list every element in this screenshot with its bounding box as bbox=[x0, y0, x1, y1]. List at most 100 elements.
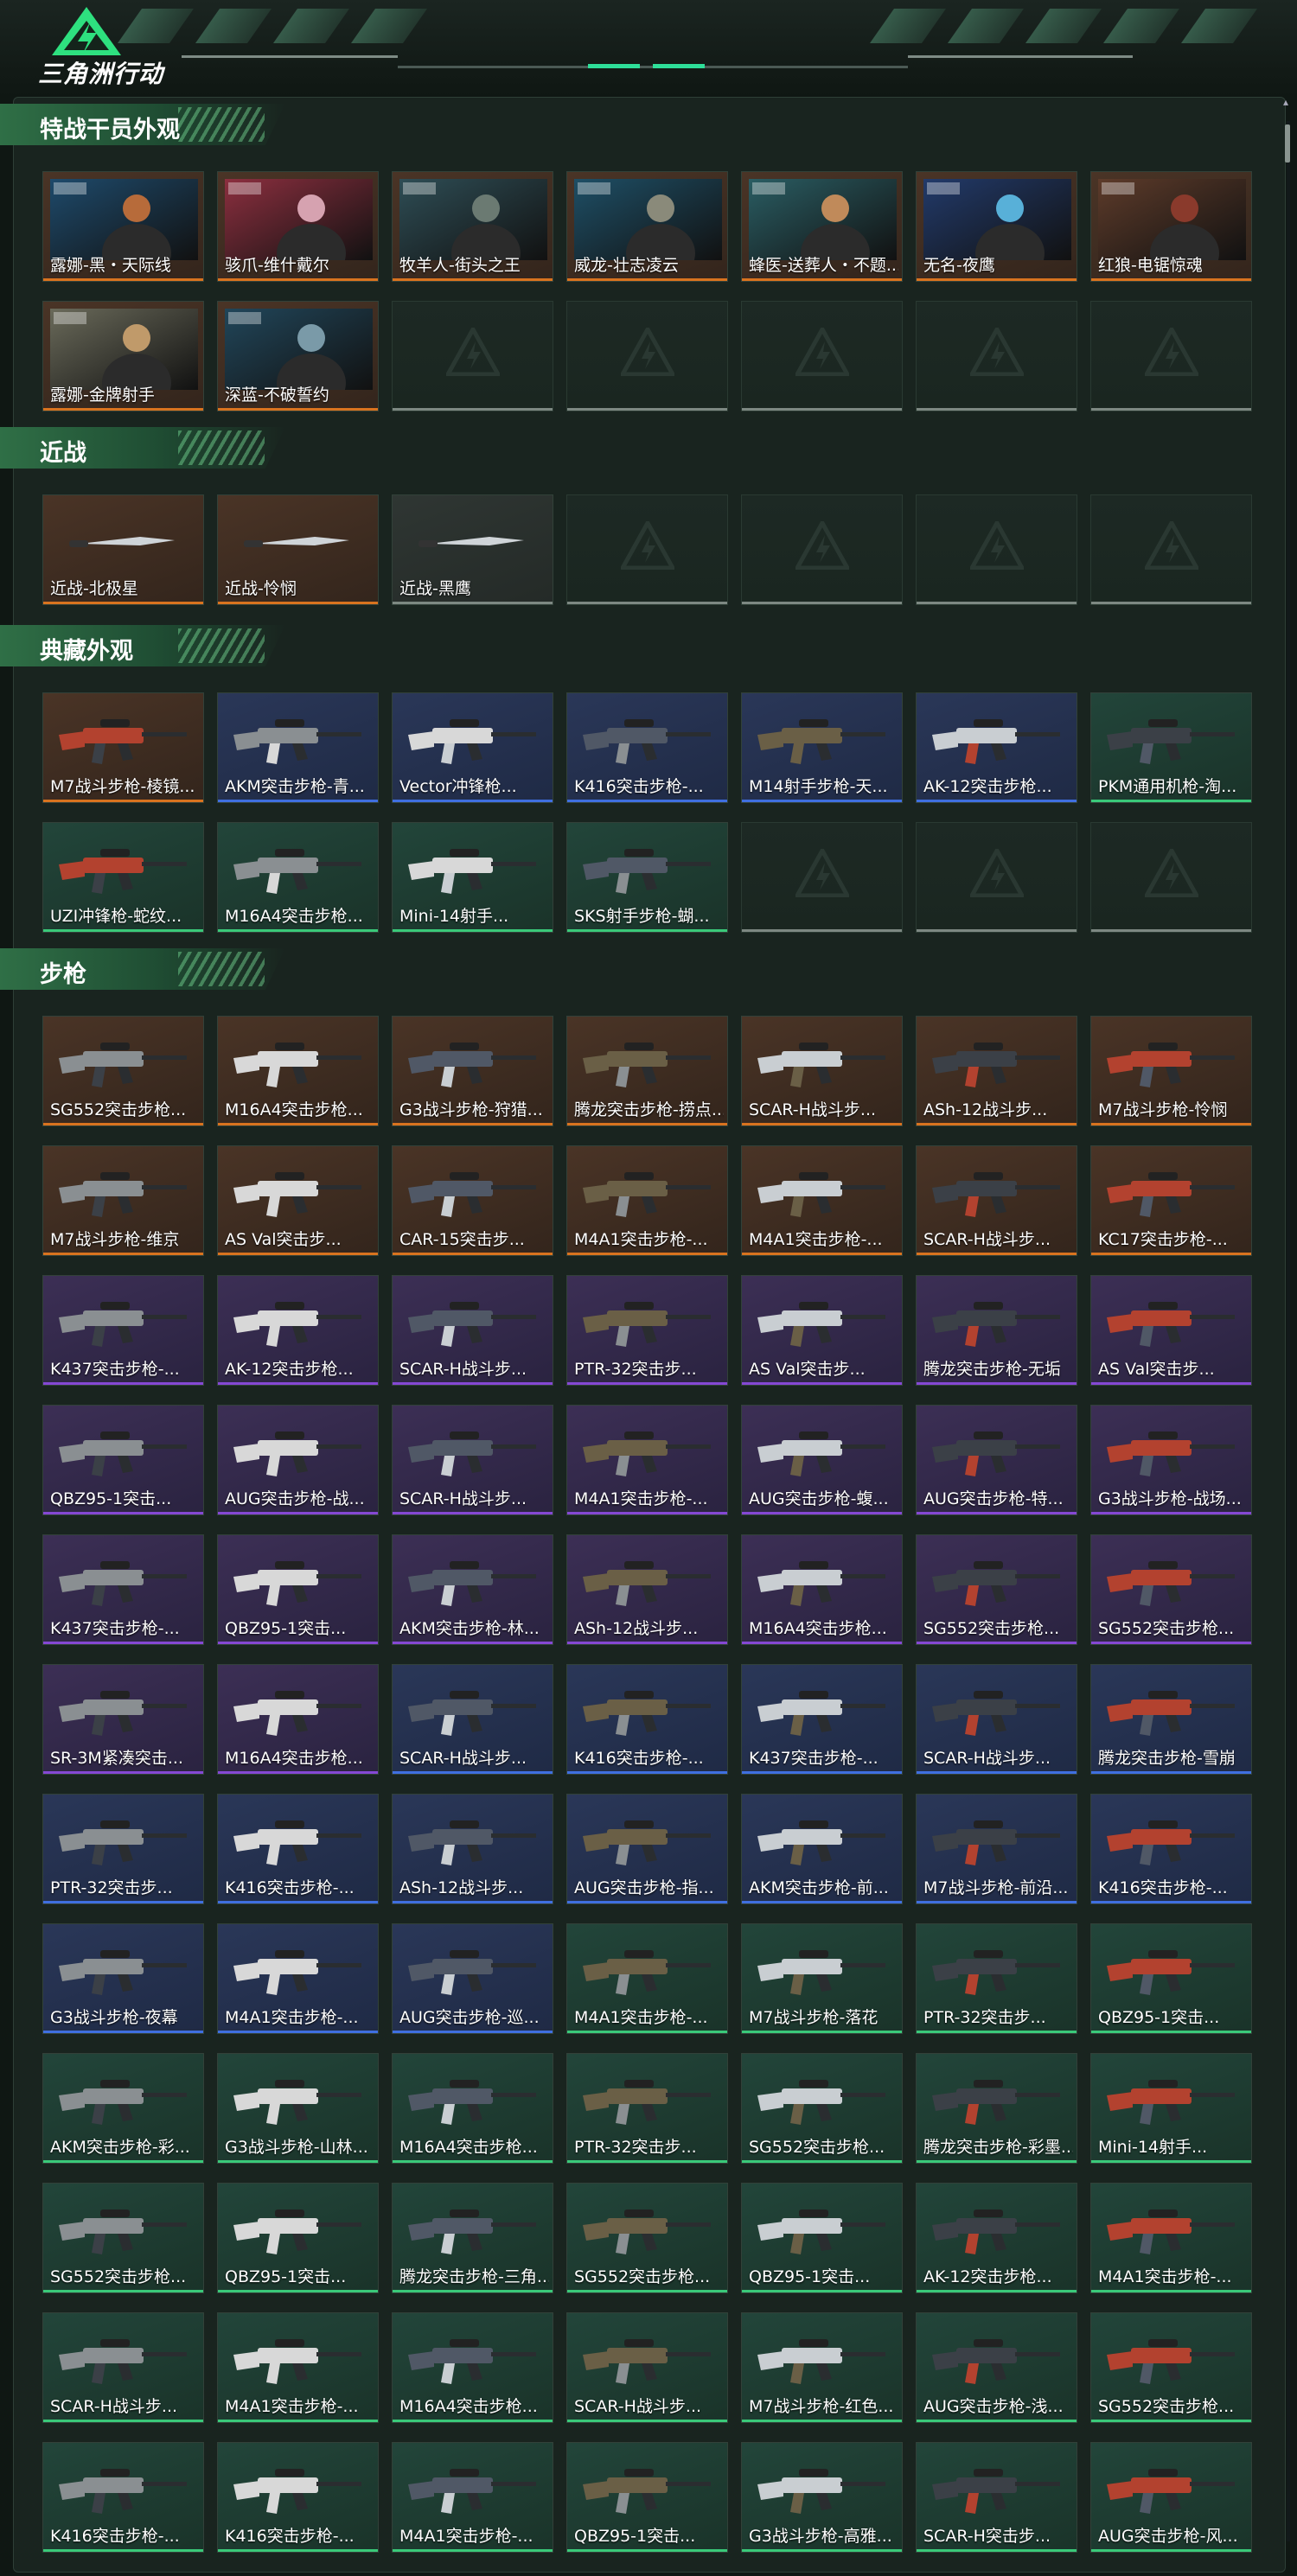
item-card[interactable]: SCAR-H战斗步... bbox=[392, 1405, 553, 1515]
item-card[interactable]: K416突击步枪-... bbox=[217, 1794, 379, 1904]
item-card[interactable]: K437突击步枪-... bbox=[741, 1664, 903, 1775]
item-card[interactable]: M16A4突击步枪... bbox=[741, 1534, 903, 1645]
item-card[interactable]: 露娜-金牌射手 bbox=[42, 301, 204, 411]
item-card[interactable]: 无名-夜鹰 bbox=[916, 171, 1077, 282]
item-card[interactable]: 近战-怜悯 bbox=[217, 494, 379, 605]
item-card[interactable]: K416突击步枪-... bbox=[42, 2442, 204, 2553]
item-card[interactable]: SCAR-H战斗步... bbox=[916, 1664, 1077, 1775]
item-card[interactable]: M4A1突击步枪-... bbox=[392, 2442, 553, 2553]
item-card[interactable]: AUG突击步枪-蝮... bbox=[741, 1405, 903, 1515]
item-card[interactable]: SG552突击步枪... bbox=[42, 2183, 204, 2293]
item-card[interactable]: 威龙-壮志凌云 bbox=[566, 171, 728, 282]
item-card[interactable]: UZI冲锋枪-蛇纹... bbox=[42, 822, 204, 933]
item-card[interactable]: SG552突击步枪... bbox=[1090, 1534, 1252, 1645]
item-card[interactable]: QBZ95-1突击... bbox=[217, 1534, 379, 1645]
item-card[interactable]: 露娜-黑・天际线 bbox=[42, 171, 204, 282]
item-card[interactable]: 腾龙突击步枪-捞点... bbox=[566, 1016, 728, 1126]
item-card[interactable]: 牧羊人-街头之王 bbox=[392, 171, 553, 282]
item-card[interactable]: K416突击步枪-... bbox=[217, 2442, 379, 2553]
item-card[interactable]: 深蓝-不破誓约 bbox=[217, 301, 379, 411]
item-card[interactable]: G3战斗步枪-狩猎... bbox=[392, 1016, 553, 1126]
item-card[interactable]: QBZ95-1突击... bbox=[1090, 1923, 1252, 2034]
item-card[interactable]: SCAR-H战斗步... bbox=[392, 1275, 553, 1386]
item-card[interactable]: AUG突击步枪-特... bbox=[916, 1405, 1077, 1515]
item-card[interactable]: M4A1突击步枪-... bbox=[566, 1405, 728, 1515]
item-card[interactable]: K416突击步枪-... bbox=[1090, 1794, 1252, 1904]
item-card[interactable]: M4A1突击步枪-... bbox=[1090, 2183, 1252, 2293]
scrollbar-thumb[interactable] bbox=[1285, 124, 1290, 163]
item-card[interactable]: SG552突击步枪... bbox=[916, 1534, 1077, 1645]
item-card[interactable]: 蜂医-送葬人・不题... bbox=[741, 171, 903, 282]
item-card[interactable]: AKM突击步枪-前... bbox=[741, 1794, 903, 1904]
item-card[interactable]: M16A4突击步枪... bbox=[217, 1664, 379, 1775]
scrollbar-track[interactable] bbox=[1287, 121, 1290, 2541]
item-card[interactable]: 腾龙突击步枪-无垢 bbox=[916, 1275, 1077, 1386]
item-card[interactable]: Vector冲锋枪... bbox=[392, 692, 553, 803]
item-card[interactable]: PKM通用机枪-淘... bbox=[1090, 692, 1252, 803]
item-card[interactable]: ASh-12战斗步... bbox=[566, 1534, 728, 1645]
item-card[interactable]: AUG突击步枪-浅... bbox=[916, 2312, 1077, 2423]
item-card[interactable]: ASh-12战斗步... bbox=[916, 1016, 1077, 1126]
item-card[interactable]: PTR-32突击步... bbox=[916, 1923, 1077, 2034]
item-card[interactable]: AUG突击步枪-战... bbox=[217, 1405, 379, 1515]
item-card[interactable]: M7战斗步枪-落花 bbox=[741, 1923, 903, 2034]
item-card[interactable]: AK-12突击步枪... bbox=[916, 692, 1077, 803]
item-card[interactable]: QBZ95-1突击... bbox=[217, 2183, 379, 2293]
item-card[interactable]: ASh-12战斗步... bbox=[392, 1794, 553, 1904]
item-card[interactable]: 骇爪-维什戴尔 bbox=[217, 171, 379, 282]
item-card[interactable]: K416突击步枪-... bbox=[566, 692, 728, 803]
item-card[interactable]: M16A4突击步枪... bbox=[217, 1016, 379, 1126]
item-card[interactable]: QBZ95-1突击... bbox=[566, 2442, 728, 2553]
item-card[interactable]: 红狼-电锯惊魂 bbox=[1090, 171, 1252, 282]
item-card[interactable]: AUG突击步枪-巡... bbox=[392, 1923, 553, 2034]
item-card[interactable]: K416突击步枪-... bbox=[566, 1664, 728, 1775]
item-card[interactable]: SG552突击步枪... bbox=[1090, 2312, 1252, 2423]
item-card[interactable]: AS Val突击步... bbox=[217, 1145, 379, 1256]
item-card[interactable]: G3战斗步枪-战场... bbox=[1090, 1405, 1252, 1515]
item-card[interactable]: 近战-北极星 bbox=[42, 494, 204, 605]
item-card[interactable]: Mini-14射手... bbox=[1090, 2053, 1252, 2164]
item-card[interactable]: PTR-32突击步... bbox=[42, 1794, 204, 1904]
item-card[interactable]: M16A4突击步枪... bbox=[392, 2053, 553, 2164]
item-card[interactable]: AUG突击步枪-指... bbox=[566, 1794, 728, 1904]
item-card[interactable]: SG552突击步枪... bbox=[741, 2053, 903, 2164]
item-card[interactable]: SCAR-H突击步... bbox=[916, 2442, 1077, 2553]
item-card[interactable]: QBZ95-1突击... bbox=[42, 1405, 204, 1515]
item-card[interactable]: KC17突击步枪-... bbox=[1090, 1145, 1252, 1256]
item-card[interactable]: M7战斗步枪-维京 bbox=[42, 1145, 204, 1256]
item-card[interactable]: SCAR-H战斗步... bbox=[392, 1664, 553, 1775]
item-card[interactable]: 近战-黑鹰 bbox=[392, 494, 553, 605]
item-card[interactable]: 腾龙突击步枪-三角... bbox=[392, 2183, 553, 2293]
item-card[interactable]: PTR-32突击步... bbox=[566, 2053, 728, 2164]
item-card[interactable]: AS Val突击步... bbox=[741, 1275, 903, 1386]
item-card[interactable]: G3战斗步枪-山林... bbox=[217, 2053, 379, 2164]
item-card[interactable]: Mini-14射手... bbox=[392, 822, 553, 933]
item-card[interactable]: SKS射手步枪-蝴... bbox=[566, 822, 728, 933]
item-card[interactable]: 腾龙突击步枪-雪崩 bbox=[1090, 1664, 1252, 1775]
item-card[interactable]: G3战斗步枪-夜幕 bbox=[42, 1923, 204, 2034]
item-card[interactable]: M4A1突击步枪-... bbox=[217, 1923, 379, 2034]
item-card[interactable]: M4A1突击步枪-... bbox=[741, 1145, 903, 1256]
item-card[interactable]: M4A1突击步枪-... bbox=[566, 1145, 728, 1256]
item-card[interactable]: AUG突击步枪-风... bbox=[1090, 2442, 1252, 2553]
item-card[interactable]: K437突击步枪-... bbox=[42, 1534, 204, 1645]
item-card[interactable]: CAR-15突击步... bbox=[392, 1145, 553, 1256]
item-card[interactable]: AK-12突击步枪... bbox=[916, 2183, 1077, 2293]
item-card[interactable]: K437突击步枪-... bbox=[42, 1275, 204, 1386]
item-card[interactable]: AS Val突击步... bbox=[1090, 1275, 1252, 1386]
item-card[interactable]: AKM突击步枪-彩... bbox=[42, 2053, 204, 2164]
item-card[interactable]: AKM突击步枪-青... bbox=[217, 692, 379, 803]
item-card[interactable]: QBZ95-1突击... bbox=[741, 2183, 903, 2293]
item-card[interactable]: M16A4突击步枪... bbox=[392, 2312, 553, 2423]
item-card[interactable]: M4A1突击步枪-... bbox=[217, 2312, 379, 2423]
scroll-up-icon[interactable]: ▴ bbox=[1283, 97, 1288, 107]
item-card[interactable]: M7战斗步枪-怜悯 bbox=[1090, 1016, 1252, 1126]
item-card[interactable]: SR-3M紧凑突击... bbox=[42, 1664, 204, 1775]
item-card[interactable]: AK-12突击步枪... bbox=[217, 1275, 379, 1386]
item-card[interactable]: SCAR-H战斗步... bbox=[916, 1145, 1077, 1256]
item-card[interactable]: SCAR-H战斗步... bbox=[741, 1016, 903, 1126]
item-card[interactable]: AKM突击步枪-林... bbox=[392, 1534, 553, 1645]
item-card[interactable]: M14射手步枪-天... bbox=[741, 692, 903, 803]
item-card[interactable]: G3战斗步枪-高雅... bbox=[741, 2442, 903, 2553]
item-card[interactable]: M7战斗步枪-红色... bbox=[741, 2312, 903, 2423]
